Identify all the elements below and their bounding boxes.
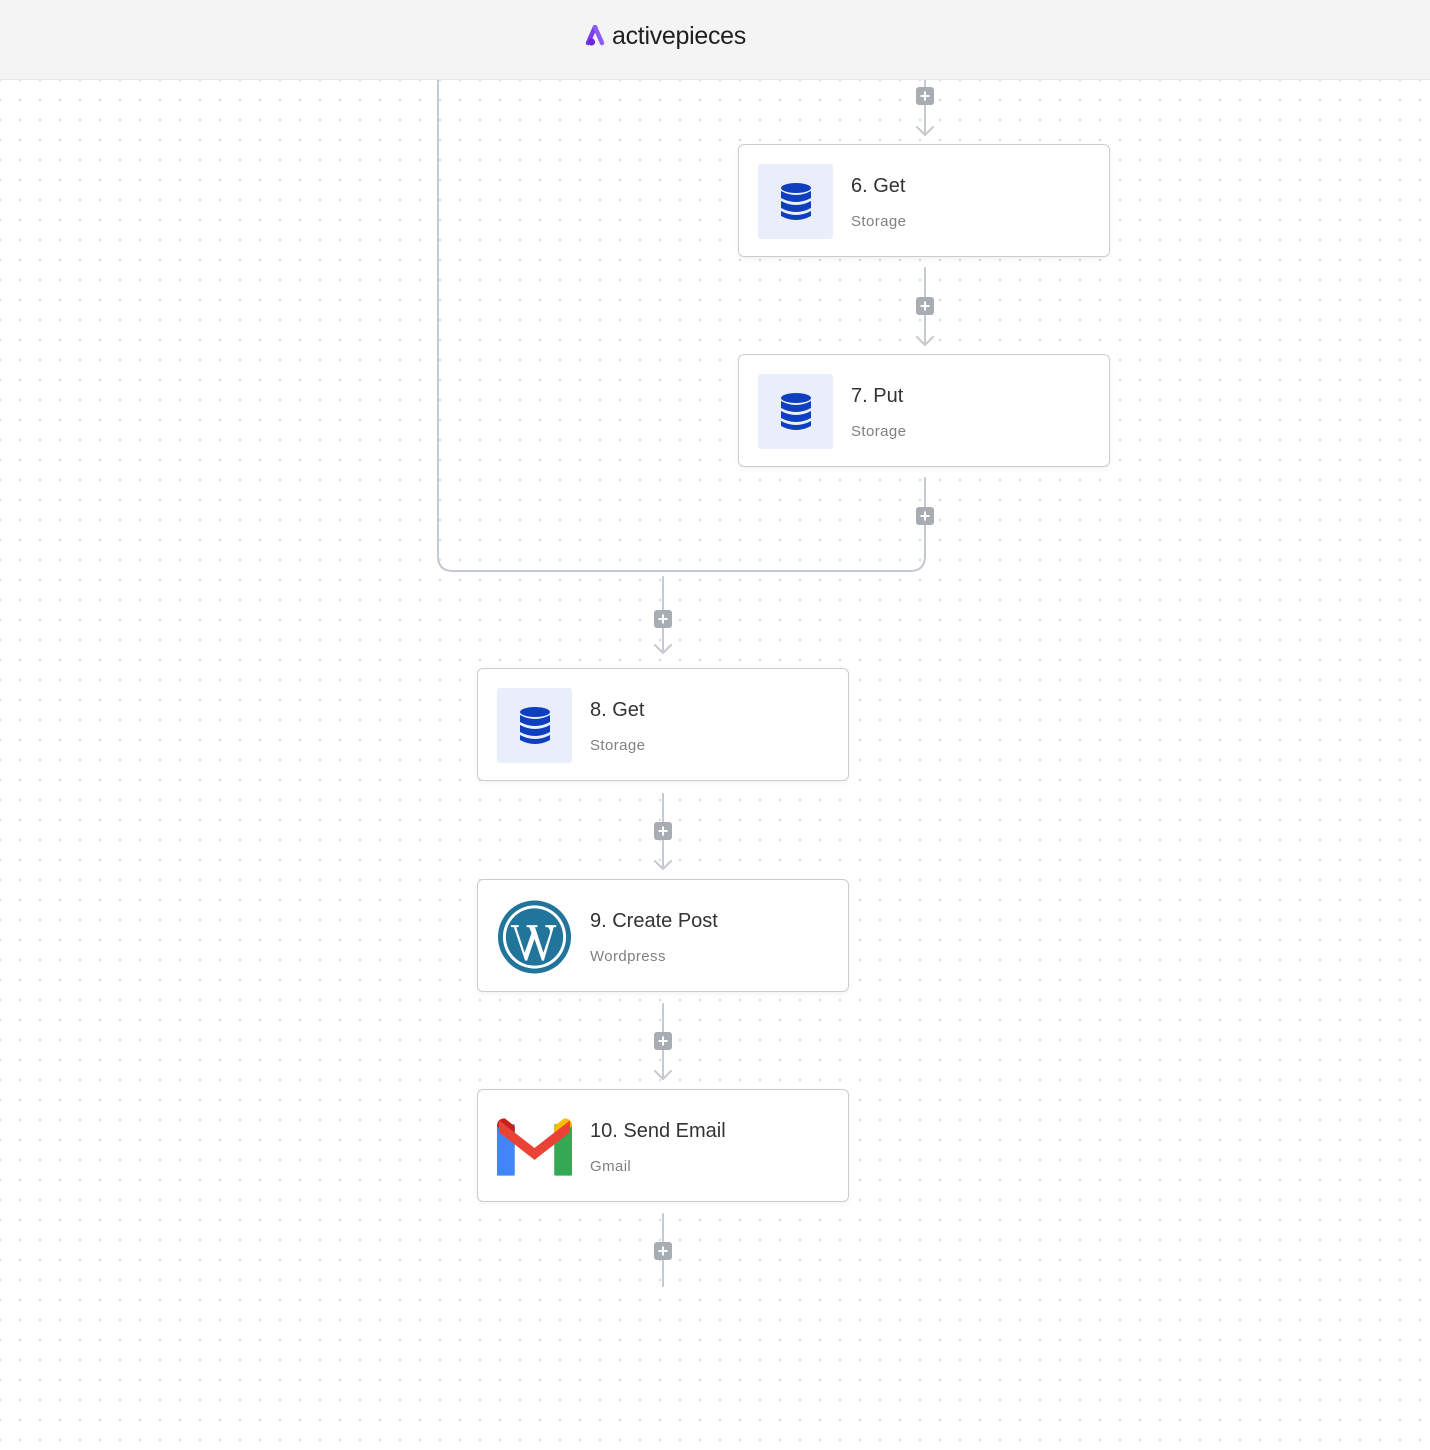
step-card-9-create-post[interactable]: 9. Create Post Wordpress [477, 879, 849, 992]
storage-icon-tile [758, 164, 833, 239]
add-step-button[interactable] [916, 87, 934, 105]
storage-icon-tile [497, 688, 572, 763]
activepieces-logo[interactable]: activepieces [584, 20, 746, 52]
step-card-8-get[interactable]: 8. Get Storage [477, 668, 849, 781]
brand-name: activepieces [612, 21, 746, 50]
gmail-icon [497, 1117, 572, 1176]
step-piece-name: Storage [590, 737, 646, 754]
step-card-7-put[interactable]: 7. Put Storage [738, 354, 1110, 467]
step-piece-name: Wordpress [590, 948, 666, 965]
wordpress-icon-tile [497, 899, 572, 974]
wordpress-icon [497, 899, 572, 974]
step-piece-name: Gmail [590, 1158, 632, 1175]
activepieces-logo-icon [585, 25, 605, 46]
step-piece-name: Storage [851, 423, 907, 440]
database-icon [780, 182, 811, 220]
add-step-button[interactable] [654, 822, 672, 840]
step-piece-name: Storage [851, 213, 907, 230]
add-step-button[interactable] [654, 1242, 672, 1260]
add-step-button[interactable] [916, 297, 934, 315]
storage-icon-tile [758, 374, 833, 449]
step-title: 7. Put [851, 385, 904, 407]
gmail-icon-tile [497, 1109, 572, 1184]
step-card-10-send-email[interactable]: 10. Send Email Gmail [477, 1089, 849, 1202]
step-title: 9. Create Post [590, 910, 718, 932]
database-icon [780, 392, 811, 430]
add-step-button[interactable] [916, 507, 934, 525]
step-title: 10. Send Email [590, 1120, 726, 1142]
step-title: 8. Get [590, 699, 645, 721]
app-header: activepieces [0, 0, 1430, 80]
step-title: 6. Get [851, 175, 906, 197]
database-icon [519, 706, 550, 744]
add-step-button[interactable] [654, 1032, 672, 1050]
add-step-button[interactable] [654, 610, 672, 628]
step-card-6-get[interactable]: 6. Get Storage [738, 144, 1110, 257]
